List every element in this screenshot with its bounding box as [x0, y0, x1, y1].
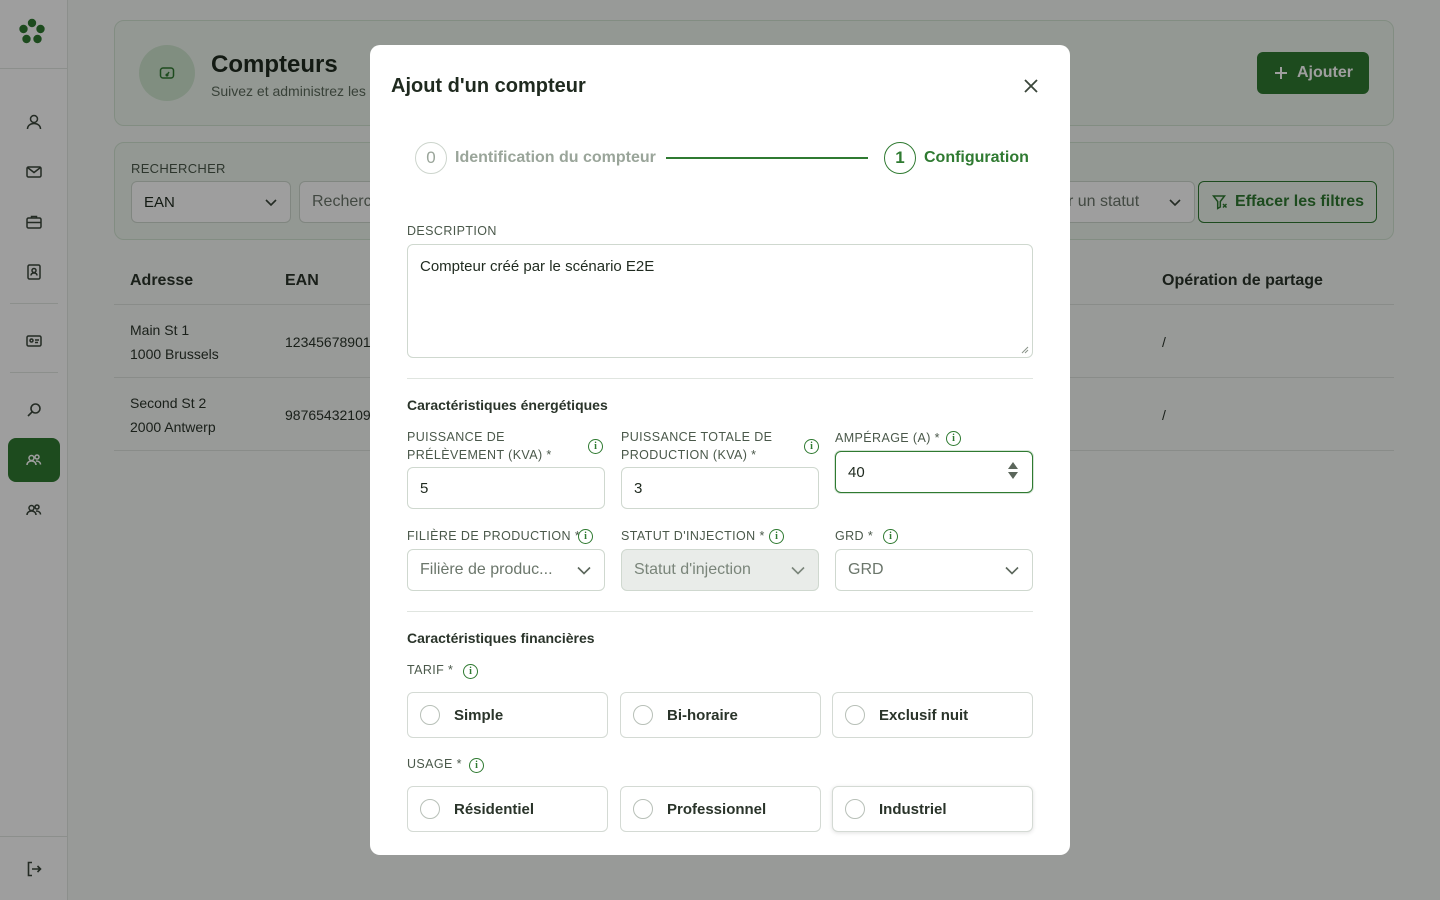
step-connector	[666, 157, 868, 159]
amperage-label: AMPÉRAGE (A) *	[835, 431, 940, 445]
info-icon[interactable]: i	[578, 529, 593, 544]
option-label: Résidentiel	[454, 800, 535, 818]
step-number: 0	[415, 142, 447, 174]
resize-handle-icon[interactable]	[1021, 346, 1029, 354]
description-textarea[interactable]: Compteur créé par le scénario E2E	[407, 244, 1033, 358]
injection-status-select: Statut d'injection	[621, 549, 819, 591]
usage-label: USAGE *	[407, 757, 462, 771]
tarif-label: TARIF *	[407, 663, 454, 677]
chevron-down-icon	[791, 566, 805, 575]
info-icon[interactable]: i	[588, 439, 603, 454]
energy-section-title: Caractéristiques énergétiques	[407, 397, 608, 413]
close-icon	[1024, 79, 1038, 93]
option-label: Bi-horaire	[667, 706, 738, 724]
step-configuration[interactable]: 1 Configuration	[884, 142, 1029, 174]
filiere-select[interactable]: Filière de produc...	[407, 549, 605, 591]
grd-label: GRD *	[835, 529, 874, 543]
chevron-down-icon	[1005, 566, 1019, 575]
radio-button[interactable]	[420, 705, 440, 725]
dialog-title: Ajout d'un compteur	[391, 75, 586, 97]
tarif-option-simple[interactable]: Simple	[407, 692, 608, 738]
radio-button[interactable]	[845, 799, 865, 819]
grd-placeholder: GRD	[848, 561, 884, 578]
injection-placeholder: Statut d'injection	[634, 561, 751, 578]
close-button[interactable]	[1020, 75, 1042, 97]
tarif-option-bi-horaire[interactable]: Bi-horaire	[620, 692, 821, 738]
spin-up-icon[interactable]	[1008, 462, 1018, 469]
step-label: Configuration	[924, 149, 1029, 166]
number-spinner[interactable]	[1008, 462, 1018, 479]
description-label: DESCRIPTION	[407, 224, 497, 238]
amperage-input[interactable]: 40	[835, 451, 1033, 493]
chevron-down-icon	[577, 566, 591, 575]
add-meter-dialog: Ajout d'un compteur 0 Identification du …	[370, 45, 1070, 855]
usage-option-professionnel[interactable]: Professionnel	[620, 786, 821, 832]
injection-label: STATUT D'INJECTION *	[621, 529, 765, 543]
power-input[interactable]: 5	[407, 467, 605, 509]
info-icon[interactable]: i	[769, 529, 784, 544]
step-label: Identification du compteur	[455, 149, 656, 166]
power-label: PUISSANCE DE PRÉLÈVEMENT (KVA) *	[407, 428, 552, 464]
amperage-value: 40	[848, 463, 865, 481]
option-label: Exclusif nuit	[879, 706, 969, 724]
power-value: 5	[420, 479, 429, 497]
power-label-line: PRÉLÈVEMENT (KVA) *	[407, 448, 552, 462]
option-label: Simple	[454, 706, 504, 724]
step-number: 1	[884, 142, 916, 174]
description-value: Compteur créé par le scénario E2E	[420, 258, 655, 275]
step-identification[interactable]: 0 Identification du compteur	[415, 142, 656, 174]
info-icon[interactable]: i	[883, 529, 898, 544]
filiere-label: FILIÈRE DE PRODUCTION *	[407, 529, 581, 543]
info-icon[interactable]: i	[469, 758, 484, 773]
power-label-line: PUISSANCE DE	[407, 430, 505, 444]
production-input[interactable]: 3	[621, 467, 819, 509]
option-label: Professionnel	[667, 800, 767, 818]
info-icon[interactable]: i	[946, 431, 961, 446]
radio-button[interactable]	[633, 799, 653, 819]
financial-section-title: Caractéristiques financières	[407, 630, 595, 646]
production-label-line: PUISSANCE TOTALE DE	[621, 430, 773, 444]
filiere-placeholder: Filière de produc...	[420, 561, 553, 578]
usage-option-residentiel[interactable]: Résidentiel	[407, 786, 608, 832]
production-label: PUISSANCE TOTALE DE PRODUCTION (KVA) *	[621, 428, 772, 464]
production-value: 3	[634, 479, 643, 497]
section-divider	[407, 611, 1033, 612]
option-label: Industriel	[879, 800, 947, 818]
production-label-line: PRODUCTION (KVA) *	[621, 448, 757, 462]
info-icon[interactable]: i	[804, 439, 819, 454]
radio-button[interactable]	[633, 705, 653, 725]
tarif-option-exclusif-nuit[interactable]: Exclusif nuit	[832, 692, 1033, 738]
radio-button[interactable]	[420, 799, 440, 819]
info-icon[interactable]: i	[463, 664, 478, 679]
spin-down-icon[interactable]	[1008, 472, 1018, 479]
usage-option-industriel[interactable]: Industriel	[832, 786, 1033, 832]
radio-button[interactable]	[845, 705, 865, 725]
section-divider	[407, 378, 1033, 379]
grd-select[interactable]: GRD	[835, 549, 1033, 591]
